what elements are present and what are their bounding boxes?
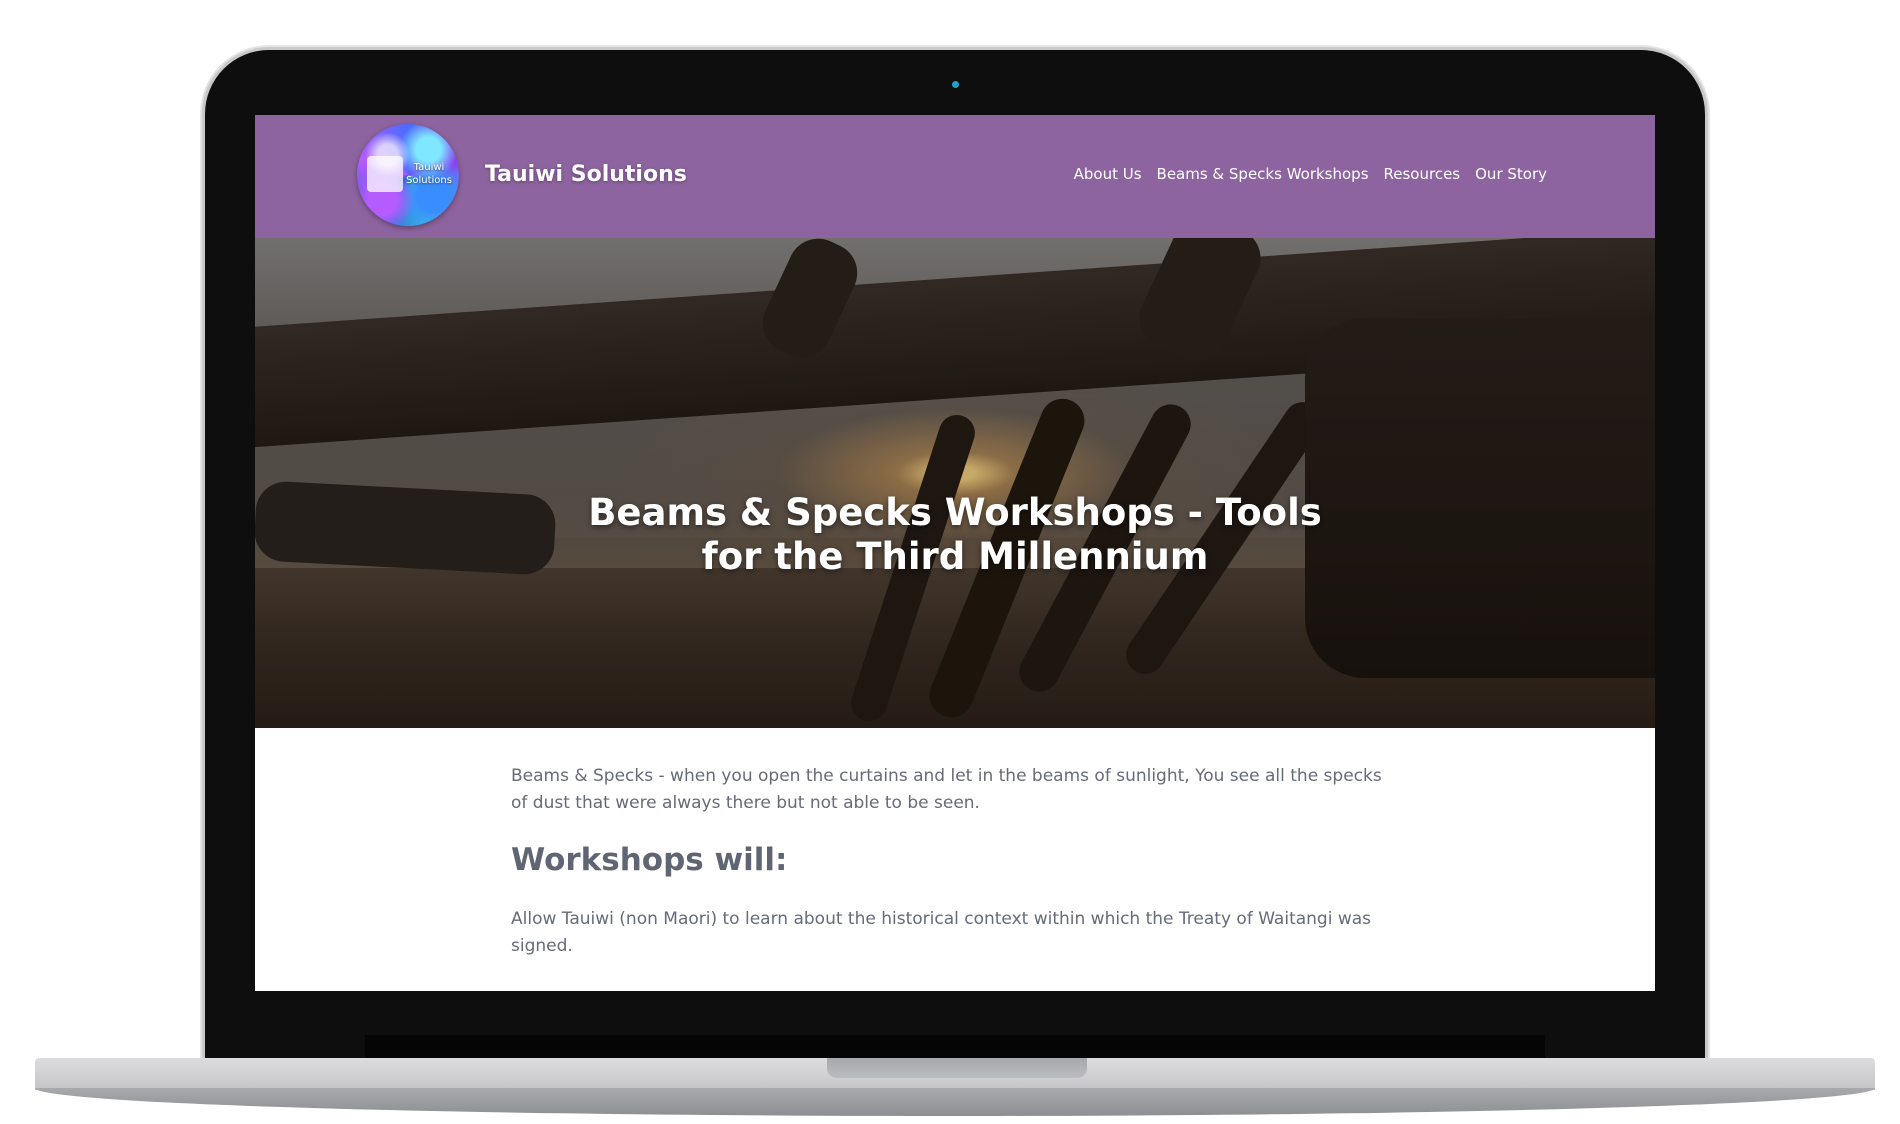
laptop-opening-notch [827,1058,1087,1078]
logo-leaf-icon [367,156,403,192]
hero-banner: Beams & Specks Workshops - Tools for the… [255,238,1655,728]
laptop-base-bottom [35,1088,1875,1116]
nav-item-beams-specks-workshops[interactable]: Beams & Specks Workshops [1157,165,1369,183]
page-content: Beams & Specks - when you open the curta… [511,763,1391,960]
camera-dot-icon [952,81,959,88]
main-nav: About Us Beams & Specks Workshops Resour… [1074,165,1547,183]
nav-item-our-story[interactable]: Our Story [1475,165,1547,183]
section-heading: Workshops will: [511,842,788,878]
laptop-bezel-bottom [365,1035,1545,1060]
site-title[interactable]: Tauiwi Solutions [485,162,687,187]
nav-item-about-us[interactable]: About Us [1074,165,1142,183]
logo-text-line1: Tauiwi [413,162,445,173]
logo-text: Tauiwi Solutions [403,161,455,187]
workshop-item: Allow Tauiwi (non Maori) to learn about … [511,909,1372,956]
site-header: Tauiwi Solutions Tauiwi Solutions About … [255,115,1655,238]
logo-text-line2: Solutions [406,175,452,186]
site-logo[interactable]: Tauiwi Solutions [357,124,459,226]
intro-paragraph: Beams & Specks - when you open the curta… [511,766,1382,813]
hero-title: Beams & Specks Workshops - Tools for the… [588,490,1322,578]
nav-item-resources[interactable]: Resources [1384,165,1461,183]
browser-viewport: Tauiwi Solutions Tauiwi Solutions About … [255,115,1655,991]
hero-overlay [255,238,1655,728]
